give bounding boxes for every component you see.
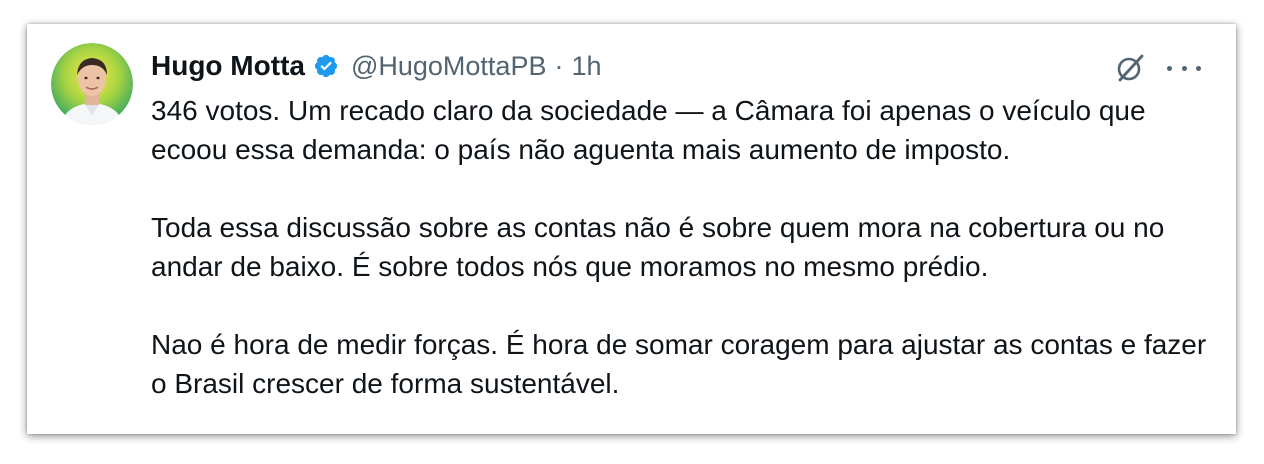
tweet-paragraph: Toda essa discussão sobre as contas não … [151,212,1165,282]
tweet-card[interactable]: Hugo Motta @HugoMottaPB · 1h 346 votos. … [27,24,1236,434]
tweet-timestamp[interactable]: 1h [571,51,601,82]
tweet-header: Hugo Motta @HugoMottaPB · 1h [151,46,602,86]
author-name[interactable]: Hugo Motta [151,50,305,82]
meta-separator: · [554,50,564,81]
dot-icon [1181,65,1187,71]
author-handle[interactable]: @HugoMottaPB [351,51,547,82]
grok-icon[interactable] [1113,51,1147,85]
dot-icon [1167,65,1172,71]
tweet-paragraph: Nao é hora de medir forças. É hora de so… [151,329,1207,399]
dot-icon [1196,65,1201,71]
verified-badge-icon[interactable] [313,53,339,79]
avatar-image [51,43,133,125]
more-options-icon[interactable] [1167,54,1201,82]
avatar[interactable] [51,43,133,125]
tweet-paragraph: 346 votos. Um recado claro da sociedade … [151,95,1146,165]
tweet-text: 346 votos. Um recado claro da sociedade … [151,91,1211,403]
